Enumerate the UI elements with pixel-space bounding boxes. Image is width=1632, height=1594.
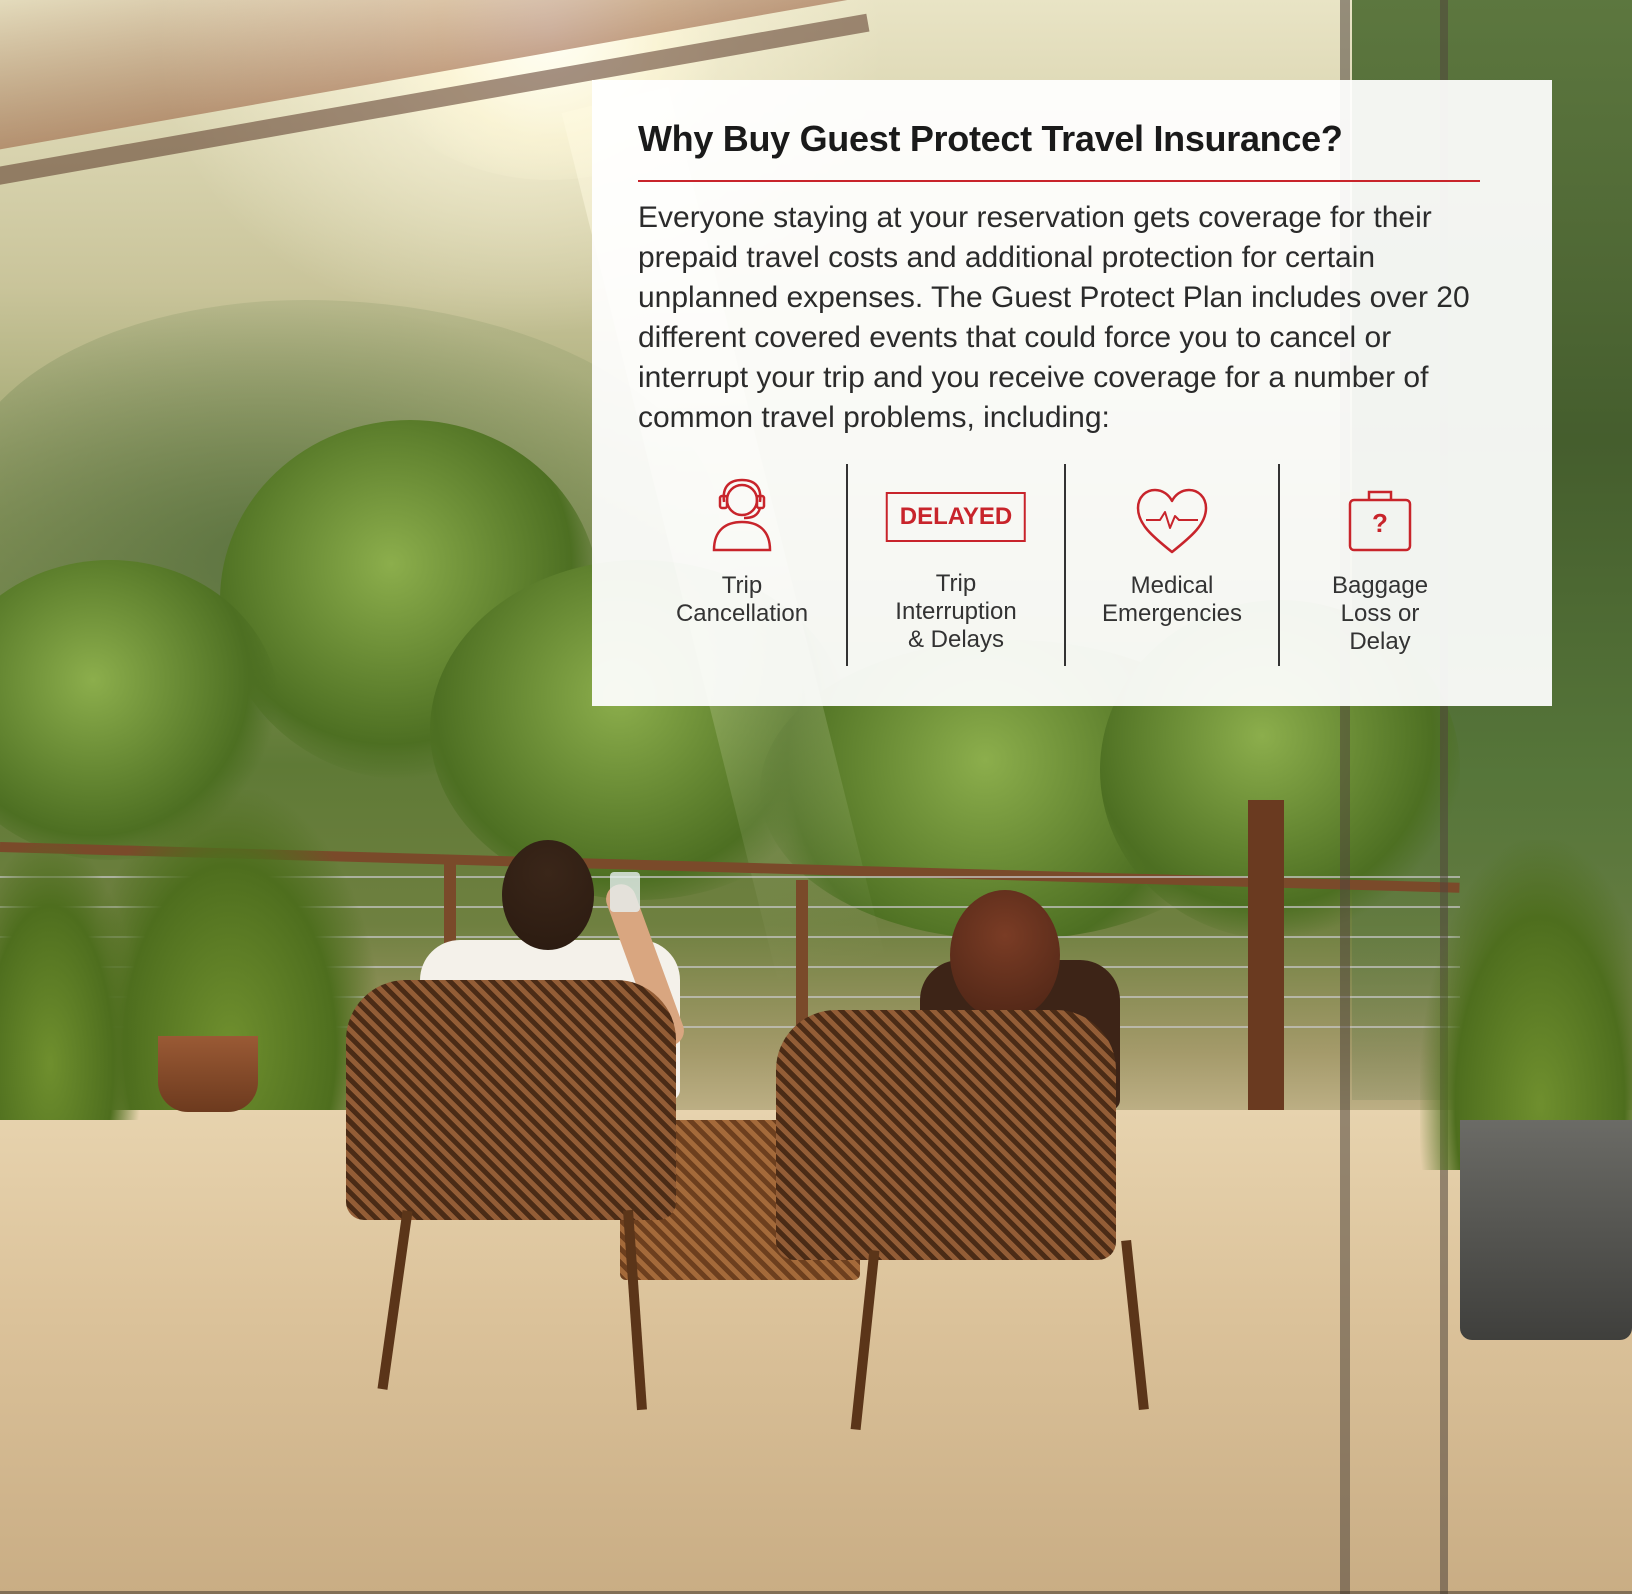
title-underline: [638, 180, 1480, 182]
heart-pulse-icon: [1134, 486, 1210, 556]
woman-head: [950, 890, 1060, 1020]
feature-label-line: & Delays: [907, 626, 1005, 653]
feature-label: Medical Emergencies: [1066, 572, 1278, 628]
palm-plant: [0, 840, 140, 1120]
plant-pot: [1460, 1120, 1632, 1340]
question-mark: ?: [1372, 508, 1388, 538]
plant-pot: [158, 1036, 258, 1112]
feature-label-line: Interruption: [895, 598, 1017, 625]
feature-baggage-loss: ? Baggage Loss or Delay: [1280, 464, 1480, 666]
delayed-stamp-icon: DELAYED: [885, 492, 1027, 542]
feature-trip-interruption: DELAYED Trip Interruption & Delays: [848, 464, 1064, 666]
feature-label-line: Cancellation: [675, 600, 809, 627]
feature-label-line: Medical: [1130, 572, 1214, 599]
wicker-chair-left: [346, 980, 676, 1220]
feature-label-line: Emergencies: [1101, 600, 1243, 627]
card-title: Why Buy Guest Protect Travel Insurance?: [638, 118, 1343, 159]
feature-label: Trip Cancellation: [638, 572, 846, 628]
insurance-info-card: Why Buy Guest Protect Travel Insurance? …: [592, 80, 1552, 706]
feature-label: Baggage Loss or Delay: [1280, 572, 1480, 656]
water-glass: [610, 872, 640, 912]
feature-label-line: Trip: [721, 572, 763, 599]
feature-label-line: Loss or: [1340, 600, 1420, 627]
wicker-chair-right: [776, 1010, 1116, 1260]
feature-label-line: Trip: [935, 570, 977, 597]
feature-label-line: Baggage: [1331, 572, 1429, 599]
feature-label: Trip Interruption & Delays: [848, 570, 1064, 654]
feature-trip-cancellation: Trip Cancellation: [638, 464, 846, 666]
card-description: Everyone staying at your reservation get…: [638, 201, 1470, 434]
coverage-features: Trip Cancellation DELAYED Trip Interrupt…: [638, 464, 1480, 666]
feature-label-line: Delay: [1349, 628, 1411, 655]
man-head: [502, 840, 594, 950]
suitcase-question-icon: ?: [1347, 488, 1413, 552]
headset-agent-icon: [710, 476, 774, 552]
feature-medical-emergencies: Medical Emergencies: [1066, 464, 1278, 666]
